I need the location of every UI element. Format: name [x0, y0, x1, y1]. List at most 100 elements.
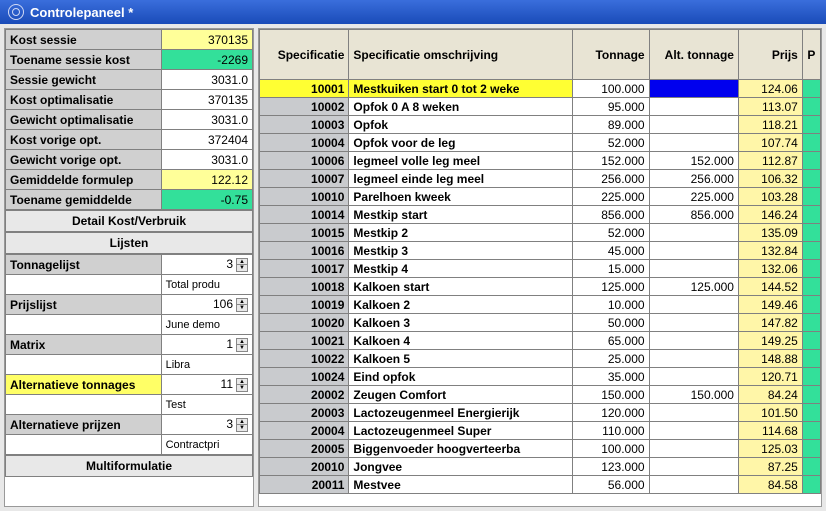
cell-prijs[interactable]: 84.24 — [738, 386, 802, 404]
cell-desc[interactable]: legmeel volle leg meel — [349, 152, 573, 170]
cell-desc[interactable]: Mestkip start — [349, 206, 573, 224]
cell-spec[interactable]: 10006 — [260, 152, 349, 170]
cell-ton[interactable]: 150.000 — [572, 386, 649, 404]
cell-alt[interactable]: 125.000 — [649, 278, 738, 296]
table-row[interactable]: 20003Lactozeugenmeel Energierijk120.0001… — [260, 404, 821, 422]
cell-ton[interactable]: 100.000 — [572, 440, 649, 458]
cell-desc[interactable]: Zeugen Comfort — [349, 386, 573, 404]
cell-p[interactable] — [802, 296, 820, 314]
cell-alt[interactable] — [649, 350, 738, 368]
col-prijs-header[interactable]: Prijs — [738, 30, 802, 80]
table-row[interactable]: 10016Mestkip 345.000132.84 — [260, 242, 821, 260]
cell-p[interactable] — [802, 224, 820, 242]
cell-p[interactable] — [802, 422, 820, 440]
cell-spec[interactable]: 10020 — [260, 314, 349, 332]
cell-spec[interactable]: 10021 — [260, 332, 349, 350]
cell-desc[interactable]: Kalkoen 4 — [349, 332, 573, 350]
table-row[interactable]: 10019Kalkoen 210.000149.46 — [260, 296, 821, 314]
cell-spec[interactable]: 20002 — [260, 386, 349, 404]
cell-p[interactable] — [802, 368, 820, 386]
table-row[interactable]: 10021Kalkoen 465.000 149.25 — [260, 332, 821, 350]
cell-ton[interactable]: 45.000 — [572, 242, 649, 260]
cell-prijs[interactable]: 144.52 — [738, 278, 802, 296]
cell-spec[interactable]: 10015 — [260, 224, 349, 242]
prop-value[interactable]: 1▲▼ — [161, 335, 252, 355]
cell-ton[interactable]: 25.000 — [572, 350, 649, 368]
cell-p[interactable] — [802, 440, 820, 458]
cell-alt[interactable] — [649, 296, 738, 314]
cell-ton[interactable]: 110.000 — [572, 422, 649, 440]
cell-p[interactable] — [802, 458, 820, 476]
data-table[interactable]: Specificatie Specificatie omschrijving T… — [259, 29, 821, 494]
cell-ton[interactable]: 120.000 — [572, 404, 649, 422]
table-row[interactable]: 10003Opfok89.000118.21 — [260, 116, 821, 134]
cell-ton[interactable]: 89.000 — [572, 116, 649, 134]
cell-ton[interactable]: 152.000 — [572, 152, 649, 170]
spinner-down-icon[interactable]: ▼ — [237, 265, 247, 271]
multi-button[interactable]: Multiformulatie — [5, 455, 253, 477]
cell-ton[interactable]: 65.000 — [572, 332, 649, 350]
cell-p[interactable] — [802, 278, 820, 296]
cell-prijs[interactable]: 149.25 — [738, 332, 802, 350]
table-row[interactable]: 10001Mestkuiken start 0 tot 2 weke100.00… — [260, 80, 821, 98]
cell-p[interactable] — [802, 332, 820, 350]
cell-spec[interactable]: 20011 — [260, 476, 349, 494]
col-p-header[interactable]: P — [802, 30, 820, 80]
cell-alt[interactable] — [649, 242, 738, 260]
cell-alt[interactable]: 152.000 — [649, 152, 738, 170]
table-row[interactable]: 10014Mestkip start856.000856.000146.24 — [260, 206, 821, 224]
cell-desc[interactable]: Kalkoen 2 — [349, 296, 573, 314]
cell-prijs[interactable]: 87.25 — [738, 458, 802, 476]
cell-spec[interactable]: 10007 — [260, 170, 349, 188]
cell-ton[interactable]: 56.000 — [572, 476, 649, 494]
cell-desc[interactable]: Kalkoen 3 — [349, 314, 573, 332]
spinner[interactable]: ▲▼ — [236, 418, 248, 432]
cell-prijs[interactable]: 106.32 — [738, 170, 802, 188]
cell-desc[interactable]: Opfok voor de leg — [349, 134, 573, 152]
cell-desc[interactable]: Mestvee — [349, 476, 573, 494]
cell-desc[interactable]: Mestkip 2 — [349, 224, 573, 242]
cell-alt[interactable] — [649, 422, 738, 440]
spinner-down-icon[interactable]: ▼ — [237, 385, 247, 391]
cell-prijs[interactable]: 132.84 — [738, 242, 802, 260]
table-row[interactable]: 10002Opfok 0 A 8 weken95.000113.07 — [260, 98, 821, 116]
cell-desc[interactable]: Opfok — [349, 116, 573, 134]
table-row[interactable]: 20011Mestvee56.00084.58 — [260, 476, 821, 494]
cell-spec[interactable]: 10022 — [260, 350, 349, 368]
detail-button[interactable]: Detail Kost/Verbruik — [5, 210, 253, 232]
table-row[interactable]: 20004Lactozeugenmeel Super110.000114.68 — [260, 422, 821, 440]
cell-desc[interactable]: Mestkuiken start 0 tot 2 weke — [349, 80, 573, 98]
cell-ton[interactable]: 52.000 — [572, 224, 649, 242]
cell-alt[interactable] — [649, 332, 738, 350]
cell-desc[interactable]: Lactozeugenmeel Super — [349, 422, 573, 440]
cell-desc[interactable]: Biggenvoeder hoogverteerba — [349, 440, 573, 458]
spinner[interactable]: ▲▼ — [236, 378, 248, 392]
cell-spec[interactable]: 10019 — [260, 296, 349, 314]
table-row[interactable]: 10010Parelhoen kweek225.000225.000103.28 — [260, 188, 821, 206]
table-row[interactable]: 20002Zeugen Comfort150.000150.00084.24 — [260, 386, 821, 404]
cell-p[interactable] — [802, 188, 820, 206]
cell-desc[interactable]: Opfok 0 A 8 weken — [349, 98, 573, 116]
cell-alt[interactable] — [649, 314, 738, 332]
cell-prijs[interactable]: 113.07 — [738, 98, 802, 116]
cell-alt[interactable]: 856.000 — [649, 206, 738, 224]
col-ton-header[interactable]: Tonnage — [572, 30, 649, 80]
cell-spec[interactable]: 10024 — [260, 368, 349, 386]
prop-value[interactable]: 3▲▼ — [161, 415, 252, 435]
cell-alt[interactable] — [649, 404, 738, 422]
table-row[interactable]: 10022Kalkoen 525.000148.88 — [260, 350, 821, 368]
cell-p[interactable] — [802, 206, 820, 224]
cell-prijs[interactable]: 125.03 — [738, 440, 802, 458]
cell-desc[interactable]: Kalkoen start — [349, 278, 573, 296]
cell-p[interactable] — [802, 152, 820, 170]
table-row[interactable]: 10015Mestkip 252.000135.09 — [260, 224, 821, 242]
cell-alt[interactable] — [649, 476, 738, 494]
table-row[interactable]: 10020Kalkoen 350.000147.82 — [260, 314, 821, 332]
cell-ton[interactable]: 123.000 — [572, 458, 649, 476]
cell-prijs[interactable]: 118.21 — [738, 116, 802, 134]
cell-ton[interactable]: 50.000 — [572, 314, 649, 332]
cell-prijs[interactable]: 101.50 — [738, 404, 802, 422]
table-row[interactable]: 10017Mestkip 415.000132.06 — [260, 260, 821, 278]
cell-spec[interactable]: 10014 — [260, 206, 349, 224]
cell-ton[interactable]: 15.000 — [572, 260, 649, 278]
